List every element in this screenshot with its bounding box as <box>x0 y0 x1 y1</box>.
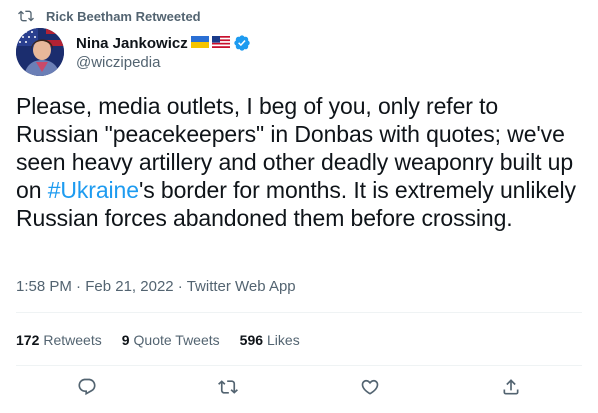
author-handle[interactable]: @wiczipedia <box>76 53 251 73</box>
verified-badge-icon <box>233 34 251 52</box>
tweet-text: Please, media outlets, I beg of you, onl… <box>16 92 582 232</box>
hashtag-link[interactable]: #Ukraine <box>48 177 139 203</box>
retweets-count: 172 <box>16 332 40 348</box>
likes-label: Likes <box>267 332 300 348</box>
quote-count: 9 <box>121 332 130 348</box>
retweet-icon <box>218 377 239 402</box>
author-name[interactable]: Nina Jankowicz <box>76 35 188 52</box>
likes-count: 596 <box>239 332 264 348</box>
tweet-time[interactable]: 1:58 PM <box>16 278 72 295</box>
share-button[interactable] <box>494 372 528 406</box>
meta-separator: · <box>177 278 183 295</box>
ukraine-flag-icon <box>190 35 209 52</box>
reply-button[interactable] <box>70 372 104 406</box>
likes-stat[interactable]: 596 Likes <box>240 332 300 348</box>
reply-icon <box>77 377 97 402</box>
tweet-date[interactable]: Feb 21, 2022 <box>85 278 173 295</box>
retweet-banner-text: Rick Beetham Retweeted <box>46 8 201 24</box>
tweet-author: Nina Jankowicz @wiczipedia <box>16 28 251 76</box>
divider <box>16 312 582 313</box>
quote-tweets-stat[interactable]: 9 Quote Tweets <box>122 332 220 348</box>
us-flag-icon <box>211 35 230 52</box>
like-icon <box>360 377 380 402</box>
quote-label: Quote Tweets <box>133 332 220 348</box>
retweet-button[interactable] <box>211 372 245 406</box>
meta-separator: · <box>76 278 82 295</box>
retweets-label: Retweets <box>43 332 102 348</box>
tweet-stats: 172 Retweets 9 Quote Tweets 596 Likes <box>16 330 320 350</box>
share-icon <box>501 377 521 402</box>
retweets-stat[interactable]: 172 Retweets <box>16 332 102 348</box>
retweet-icon <box>18 8 34 24</box>
retweet-banner[interactable]: Rick Beetham Retweeted <box>18 6 201 26</box>
avatar[interactable] <box>16 28 64 76</box>
divider <box>16 365 582 366</box>
tweet-meta: 1:58 PM · Feb 21, 2022 · Twitter Web App <box>16 277 296 297</box>
tweet-actions <box>16 373 582 405</box>
tweet-source[interactable]: Twitter Web App <box>187 278 296 295</box>
like-button[interactable] <box>353 372 387 406</box>
